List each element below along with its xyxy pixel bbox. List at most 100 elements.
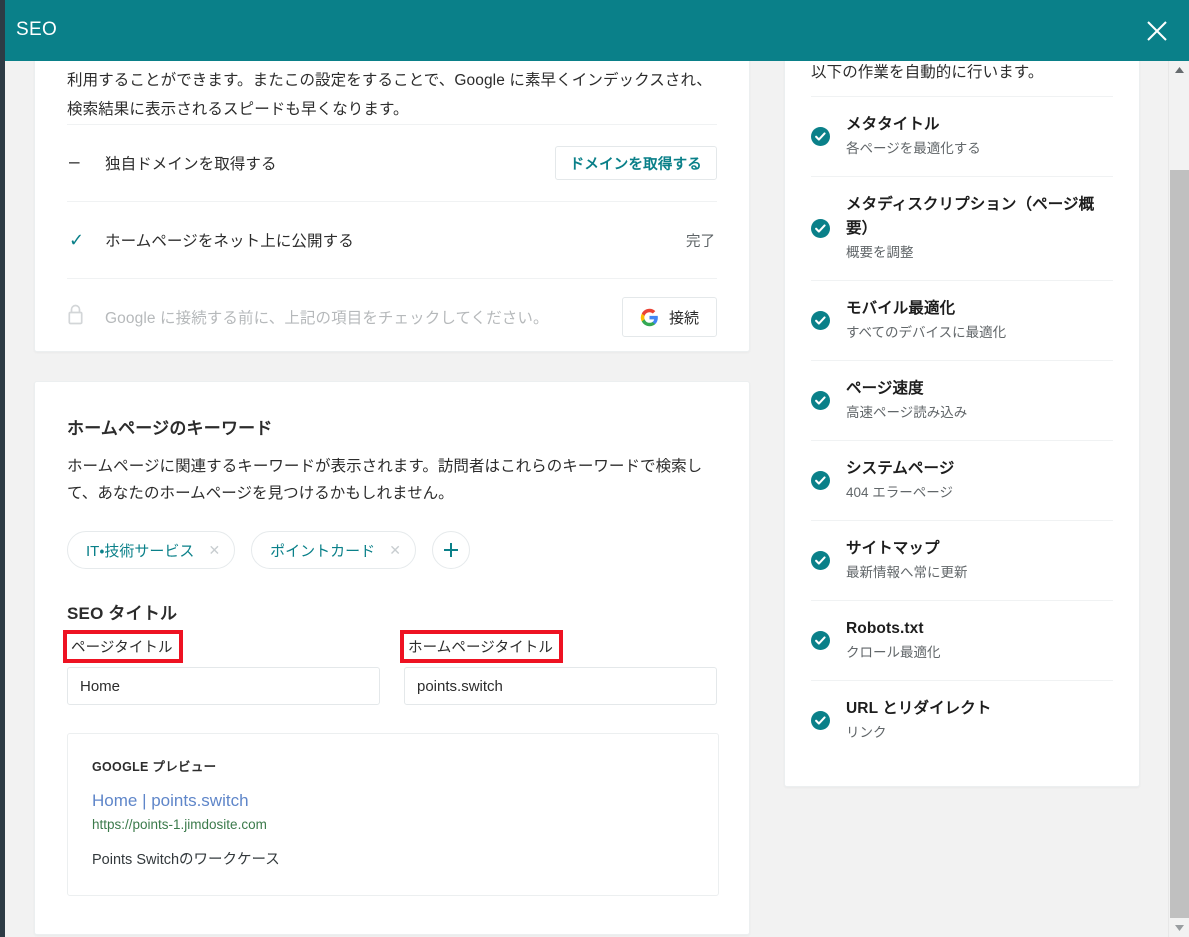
task-label: ホームページをネット上に公開する <box>105 233 354 250</box>
checklist-item: サイトマップ 最新情報へ常に更新 <box>811 520 1113 600</box>
check-circle-icon <box>811 219 830 238</box>
keyword-chip[interactable]: IT・技術サービス ✕ <box>67 531 236 569</box>
task-label: 独自ドメインを取得する <box>105 156 277 173</box>
checklist-item-title: メタディスクリプション（ページ概要） <box>846 196 1095 237</box>
checklist-item-text: システムページ 404 エラーページ <box>846 457 1113 504</box>
google-preview-description: Points Switchのワークケース <box>92 852 280 868</box>
close-icon <box>1147 21 1167 41</box>
google-preview-card: GOOGLE プレビュー Home | points.switch https:… <box>67 733 719 896</box>
google-preview-url: https://points-1.jimdosite.com <box>92 817 267 832</box>
checklist-item-title: URL とリダイレクト <box>846 700 992 717</box>
page-title: SEO <box>16 19 58 40</box>
check-circle-icon <box>811 127 830 146</box>
checklist-item-text: ページ速度 高速ページ読み込み <box>846 377 1113 424</box>
task-label-disabled: Google に接続する前に、上記の項目をチェックしてください。 <box>105 310 549 327</box>
auto-seo-intro: 以下の作業を自動的に行います。 <box>811 64 1044 81</box>
google-preview-kicker: GOOGLE プレビュー <box>92 760 217 774</box>
left-column: 利用することができます。またこの設定をすることで、Google に素早くインデッ… <box>34 61 750 935</box>
auto-seo-checklist-card: 以下の作業を自動的に行います。 メタタイトル 各ページを最適化する メタディスク… <box>784 61 1140 787</box>
add-keyword-button[interactable] <box>431 531 470 569</box>
get-domain-button[interactable]: ドメインを取得する <box>554 146 717 180</box>
checklist-item-subtitle: 404 エラーページ <box>846 485 954 500</box>
annotation-box-homepage-title: ホームページタイトル <box>400 630 563 663</box>
check-circle-icon <box>811 711 830 730</box>
annotation-box-page-title: ページタイトル <box>63 630 183 663</box>
lock-icon <box>68 304 83 325</box>
checklist-item-text: URL とリダイレクト リンク <box>846 697 1113 744</box>
check-icon: ✓ <box>69 229 85 250</box>
google-connect-button[interactable]: 接続 <box>621 297 717 337</box>
scroll-down-button[interactable] <box>1169 919 1189 937</box>
checklist-item-text: サイトマップ 最新情報へ常に更新 <box>846 537 1113 584</box>
check-circle-icon <box>811 471 830 490</box>
keywords-description: ホームページに関連するキーワードが表示されます。訪問者はこれらのキーワードで検索… <box>67 458 703 502</box>
checklist-item-text: メタディスクリプション（ページ概要） 概要を調整 <box>846 193 1113 264</box>
checklist-item-title: サイトマップ <box>846 540 940 557</box>
seo-title-heading: SEO タイトル <box>67 604 178 623</box>
triangle-down-icon <box>1175 925 1184 931</box>
overlay-header-bar: SEO <box>0 0 1189 61</box>
checklist-item: URL とリダイレクト リンク <box>811 680 1113 760</box>
publish-checklist-card: 利用することができます。またこの設定をすることで、Google に素早くインデッ… <box>34 61 750 352</box>
check-circle-icon <box>811 311 830 330</box>
checklist-item-text: メタタイトル 各ページを最適化する <box>846 113 1113 160</box>
keyword-chip-label: ポイントカード <box>270 542 376 560</box>
checklist-item-subtitle: 最新情報へ常に更新 <box>846 565 968 580</box>
scrollbar-thumb[interactable] <box>1170 170 1189 918</box>
keywords-heading: ホームページのキーワード <box>67 419 273 438</box>
task-row: – 独自ドメインを取得する ドメインを取得する <box>67 124 717 201</box>
scroll-up-button[interactable] <box>1169 61 1189 79</box>
homepage-title-label: ホームページタイトル <box>408 640 553 656</box>
dash-icon: – <box>69 152 80 173</box>
checklist-item-subtitle: クロール最適化 <box>846 645 941 660</box>
task-row-disabled: Google に接続する前に、上記の項目をチェックしてください。 接続 <box>67 278 717 351</box>
checklist-item: システムページ 404 エラーページ <box>811 440 1113 520</box>
checklist-item-subtitle: 高速ページ読み込み <box>846 405 968 420</box>
close-small-icon[interactable]: ✕ <box>208 543 220 557</box>
page-title-field-group: ページタイトル <box>63 630 380 705</box>
homepage-title-field-group: ホームページタイトル <box>400 630 717 705</box>
plus-icon <box>443 543 458 557</box>
triangle-up-icon <box>1175 67 1184 73</box>
checklist-item-text: Robots.txt クロール最適化 <box>846 617 1113 664</box>
checklist-item: Robots.txt クロール最適化 <box>811 600 1113 680</box>
google-preview-title[interactable]: Home | points.switch <box>92 791 694 811</box>
overlay-scroll-content: 利用することができます。またこの設定をすることで、Google に素早くインデッ… <box>5 61 1168 937</box>
seo-intro-paragraph: 利用することができます。またこの設定をすることで、Google に素早くインデッ… <box>67 61 717 124</box>
checklist-item-subtitle: 概要を調整 <box>846 245 914 260</box>
close-button[interactable] <box>1135 9 1179 53</box>
task-status-badge: 完了 <box>686 233 715 250</box>
checklist-item: モバイル最適化 すべてのデバイスに最適化 <box>811 280 1113 360</box>
google-g-icon <box>640 308 658 326</box>
check-circle-icon <box>811 391 830 410</box>
browser-left-edge-strip <box>0 0 5 937</box>
vertical-scrollbar[interactable] <box>1168 61 1189 937</box>
keyword-chip-label: IT・技術サービス <box>86 542 195 560</box>
keyword-chip[interactable]: ポイントカード ✕ <box>251 531 416 569</box>
seo-title-fields: ページタイトル ホームページタイトル <box>63 630 717 705</box>
checklist-item-title: モバイル最適化 <box>846 300 956 317</box>
right-column: 以下の作業を自動的に行います。 メタタイトル 各ページを最適化する メタディスク… <box>784 61 1140 787</box>
checklist-item-title: Robots.txt <box>846 620 924 637</box>
page-title-input[interactable] <box>67 667 380 705</box>
checklist-item-subtitle: リンク <box>846 725 887 740</box>
google-connect-label: 接続 <box>668 309 699 327</box>
checklist-item: メタディスクリプション（ページ概要） 概要を調整 <box>811 176 1113 280</box>
checklist-item: ページ速度 高速ページ読み込み <box>811 360 1113 440</box>
checklist-item-title: ページ速度 <box>846 380 924 397</box>
task-row: ✓ ホームページをネット上に公開する 完了 <box>67 201 717 278</box>
seo-settings-overlay: SEO 利用することができます。またこの設定をすることで、Google に素早く… <box>0 0 1189 937</box>
checklist-item-subtitle: 各ページを最適化する <box>846 141 981 156</box>
checklist-item-subtitle: すべてのデバイスに最適化 <box>846 325 1007 340</box>
checklist-item-title: メタタイトル <box>846 116 940 133</box>
clipped-text-line <box>67 61 717 66</box>
checklist-item-title: システムページ <box>846 460 955 477</box>
checklist-item: メタタイトル 各ページを最適化する <box>811 96 1113 176</box>
check-circle-icon <box>811 551 830 570</box>
homepage-title-input[interactable] <box>404 667 717 705</box>
page-title-label: ページタイトル <box>71 640 173 656</box>
keyword-chip-list: IT・技術サービス ✕ ポイントカード ✕ <box>67 531 717 569</box>
check-circle-icon <box>811 631 830 650</box>
close-small-icon[interactable]: ✕ <box>389 543 401 557</box>
checklist-item-text: モバイル最適化 すべてのデバイスに最適化 <box>846 297 1113 344</box>
